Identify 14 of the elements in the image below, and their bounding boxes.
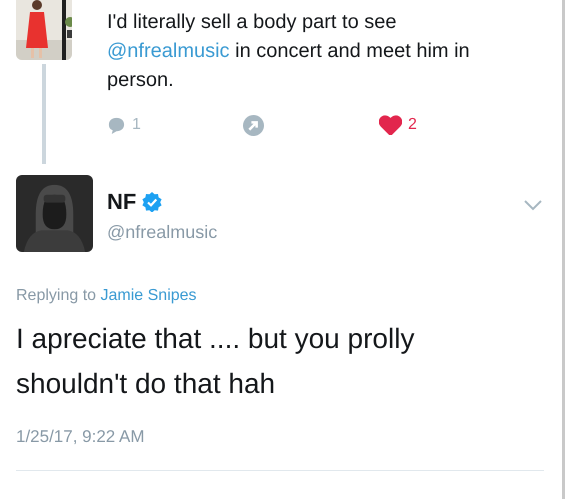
user-handle[interactable]: @nfrealmusic bbox=[107, 219, 524, 246]
chevron-down-icon[interactable] bbox=[524, 200, 542, 211]
speech-bubble-icon[interactable] bbox=[107, 116, 126, 134]
replying-to-link[interactable]: Jamie Snipes bbox=[100, 287, 197, 304]
tweet-text: I'd literally sell a body part to see @nfrealmusic in concert and meet him in person. bbox=[107, 10, 471, 93]
replying-label: Replying to bbox=[16, 287, 96, 304]
like-count: 2 bbox=[408, 115, 417, 135]
display-name[interactable]: NF bbox=[107, 191, 136, 213]
mention-link[interactable]: @nfrealmusic bbox=[107, 40, 230, 62]
reply-count: 1 bbox=[132, 115, 141, 135]
timestamp: 1/25/17, 9:22 AM bbox=[16, 426, 146, 448]
arrow-circle-icon[interactable] bbox=[243, 114, 264, 136]
heart-icon[interactable] bbox=[379, 115, 402, 135]
reply-text: I apreciate that .... but you prolly shouldn't do that hah bbox=[16, 322, 416, 401]
